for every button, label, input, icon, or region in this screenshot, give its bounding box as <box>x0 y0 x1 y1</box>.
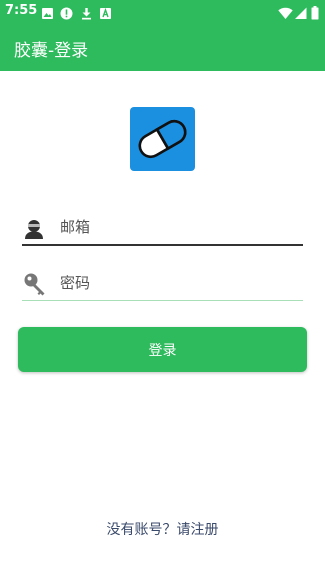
alert-icon <box>60 5 73 24</box>
capsule-icon <box>138 119 187 159</box>
battery-icon <box>311 5 319 24</box>
page-title: 胶囊-登录 <box>14 41 89 61</box>
wifi-icon <box>278 5 293 24</box>
register-link[interactable]: 没有账号？请注册 <box>0 519 325 539</box>
status-bar: 7:55 <box>0 0 325 24</box>
login-button[interactable]: 登录 <box>18 327 307 372</box>
password-field[interactable] <box>60 271 300 295</box>
key-icon <box>23 272 47 302</box>
user-icon <box>23 218 45 244</box>
a-box-icon <box>99 5 112 24</box>
image-icon <box>41 5 54 24</box>
email-field[interactable] <box>60 215 300 239</box>
status-time: 7:55 <box>5 3 38 18</box>
signal-icon <box>295 5 307 24</box>
password-underline <box>22 300 303 301</box>
app-bar: 胶囊-登录 <box>0 24 325 71</box>
app-logo <box>130 107 195 171</box>
download-icon <box>80 5 93 24</box>
email-underline <box>22 244 303 246</box>
